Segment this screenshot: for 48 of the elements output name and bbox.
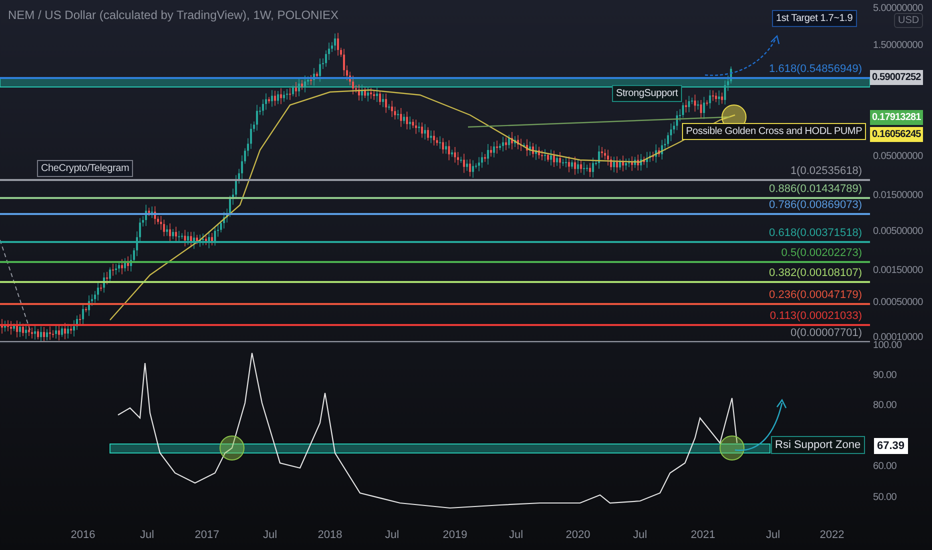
fib-level-label: 0.618(0.00371518): [769, 227, 862, 239]
time-axis-label: 2017: [194, 529, 220, 541]
currency-label[interactable]: USD: [894, 13, 924, 28]
chart-annotation: CheCrypto/Telegram: [37, 160, 134, 177]
price-axis-label: 0.00050000: [873, 297, 923, 308]
price-axis-label: 1.50000000: [873, 40, 923, 51]
rsi-axis-label: 80.00: [873, 400, 897, 411]
price-axis-label: 5.00000000: [873, 3, 923, 14]
time-axis-label: 2022: [820, 529, 844, 541]
fib-level-label: 0.886(0.01434789): [769, 183, 862, 195]
time-axis-label: 2019: [442, 529, 468, 541]
chart-annotation: StrongSupport: [612, 85, 682, 102]
rsi-axis-label: 50.00: [873, 492, 897, 503]
price-axis-label: 0.00150000: [873, 265, 923, 276]
chart-annotation: 1st Target 1.7~1.9: [772, 10, 857, 27]
time-axis-label: 2016: [70, 529, 96, 541]
fib-level-label: 0.5(0.00202273): [781, 247, 862, 259]
highlight-circle: [720, 436, 744, 460]
price-tag: 0.16056245: [870, 127, 923, 142]
time-axis-label: 2021: [690, 529, 716, 541]
rsi-annotation: Rsi Support Zone: [771, 436, 865, 454]
time-axis-label: 2020: [566, 529, 590, 541]
fib-level-label: 1(0.02535618): [790, 165, 862, 177]
rsi-axis-label: 60.00: [873, 461, 897, 472]
fib-level-label: 0(0.00007701): [790, 327, 862, 339]
time-axis-label: 2018: [318, 529, 342, 541]
time-axis-label: Jul: [632, 529, 648, 541]
price-tag: 0.17913281: [870, 110, 923, 125]
fib-level-label: 0.113(0.00021033): [770, 310, 862, 322]
chart-title: NEM / US Dollar (calculated by TradingView), 1W, POLONIEX: [8, 8, 339, 22]
fib-level-label: 0.236(0.00047179): [769, 289, 862, 301]
rsi-axis-label: 100.00: [873, 340, 902, 351]
time-axis-label: Jul: [384, 529, 400, 541]
chart-annotation: Possible Golden Cross and HODL PUMP: [682, 123, 866, 140]
fib-level-label: 1.618(0.54856949): [769, 63, 862, 75]
price-tag: 0.59007252: [870, 70, 923, 85]
price-axis-label: 0.05000000: [873, 151, 923, 162]
highlight-circle: [220, 436, 244, 460]
time-axis-label: Jul: [140, 529, 154, 541]
fib-level-label: 0.786(0.00869073): [769, 199, 862, 211]
fib-level-label: 0.382(0.00108107): [769, 267, 862, 279]
rsi-axis-label: 90.00: [873, 370, 897, 381]
price-axis-label: 0.01500000: [873, 190, 923, 201]
rsi-value-tag: 67.39: [874, 438, 908, 454]
time-axis-label: Jul: [262, 529, 278, 541]
time-axis-label: Jul: [508, 529, 524, 541]
price-axis-label: 0.00500000: [873, 226, 923, 237]
time-axis-label: Jul: [766, 529, 780, 541]
